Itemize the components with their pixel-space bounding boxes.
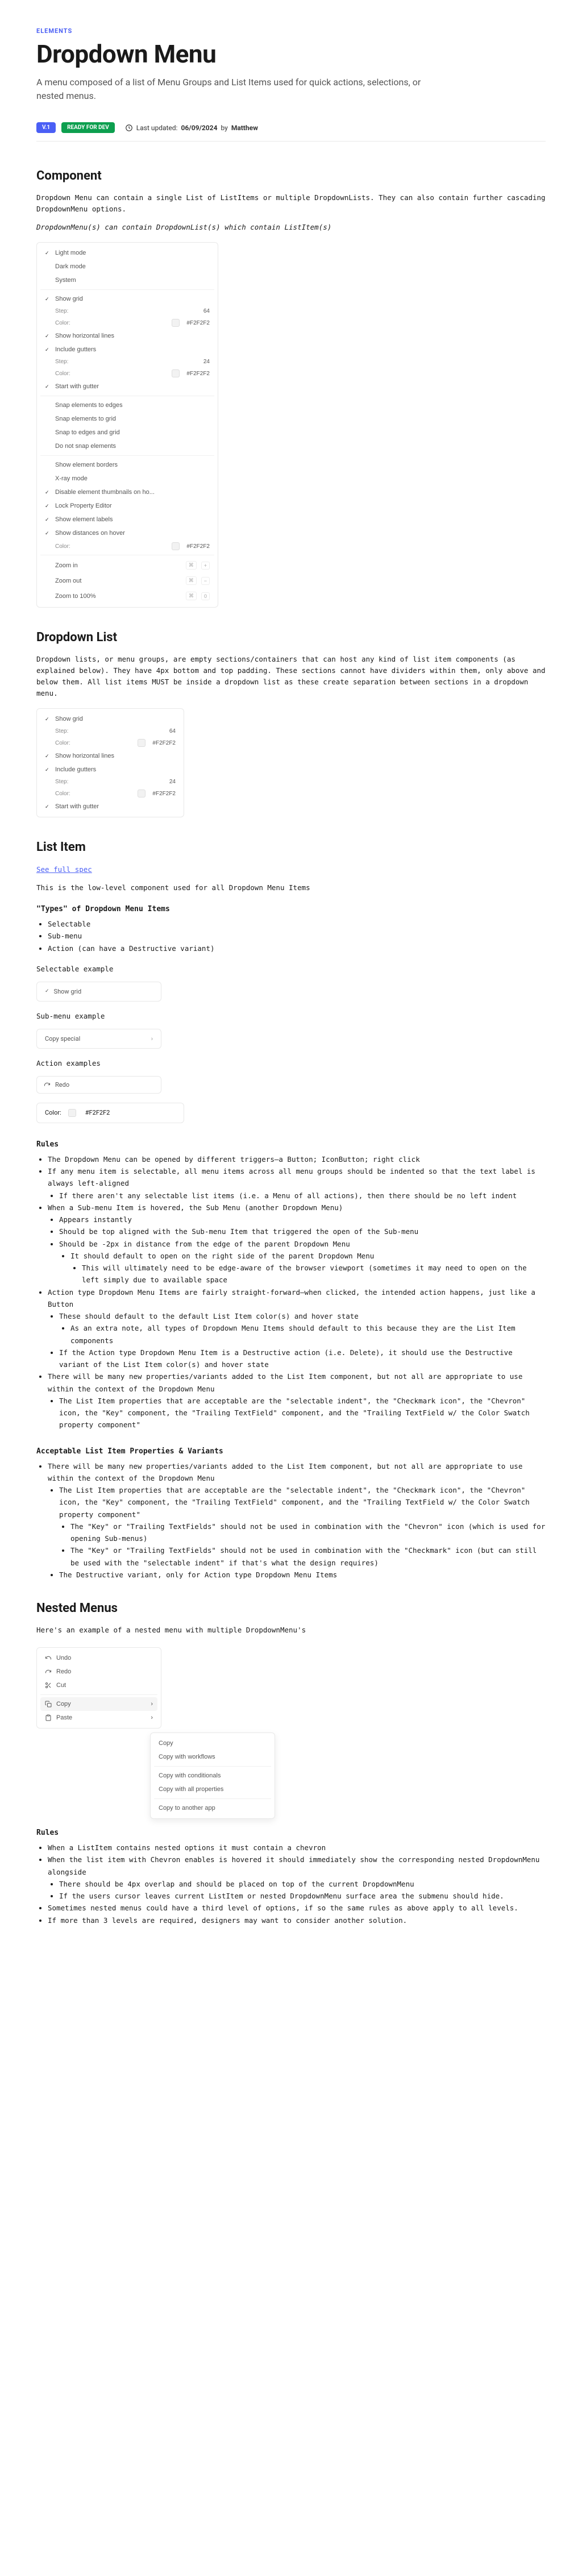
list-item[interactable]: Redo bbox=[40, 1665, 157, 1678]
list-item[interactable]: ✓Show element labels bbox=[40, 513, 214, 526]
list-item[interactable]: Copy to another app bbox=[154, 1801, 271, 1815]
nested-p1: Here's an example of a nested menu with … bbox=[36, 1624, 546, 1636]
list-item[interactable]: Copy bbox=[154, 1736, 271, 1750]
redo-action-item[interactable]: Redo bbox=[36, 1076, 161, 1094]
list-item[interactable]: Zoom in⌘+ bbox=[40, 558, 214, 573]
component-example-panel: ✓Light mode Dark mode System ✓Show grid … bbox=[36, 242, 218, 608]
history-icon bbox=[125, 124, 133, 132]
list-item[interactable]: ✓Show grid bbox=[40, 712, 180, 726]
list-item-rules: The Dropdown Menu can be opened by diffe… bbox=[36, 1153, 546, 1431]
list-item[interactable]: Zoom to 100%⌘0 bbox=[40, 588, 214, 604]
status-badge: READY FOR DEV bbox=[61, 122, 115, 133]
list-item[interactable]: Copy with all properties bbox=[154, 1783, 271, 1796]
list-item[interactable]: ✓Show distances on hover bbox=[40, 526, 214, 540]
submenu-example-label: Sub-menu example bbox=[36, 1011, 546, 1022]
selectable-example-item[interactable]: ✓Show grid bbox=[36, 982, 161, 1002]
subtitle: A menu composed of a list of Menu Groups… bbox=[36, 76, 434, 103]
component-p2: DropdownMenu(s) can contain DropdownList… bbox=[36, 222, 546, 233]
list-item[interactable]: Copy› bbox=[40, 1697, 157, 1711]
list-item-p1: This is the low-level component used for… bbox=[36, 882, 546, 894]
list-item[interactable]: System bbox=[40, 273, 214, 287]
list-item[interactable]: ✓Start with gutter bbox=[40, 380, 214, 393]
copy-icon bbox=[45, 1701, 52, 1707]
last-updated: Last updated: 06/09/2024 by Matthew bbox=[125, 124, 258, 132]
dropdown-list-example-panel: ✓Show grid Step:64 Color:#F2F2F2 ✓Show h… bbox=[36, 708, 184, 817]
cut-icon bbox=[45, 1682, 52, 1689]
acceptable-list: There will be many new properties/varian… bbox=[36, 1460, 546, 1581]
acceptable-heading: Acceptable List Item Properties & Varian… bbox=[36, 1447, 546, 1456]
undo-icon bbox=[45, 1655, 52, 1661]
eyebrow: ELEMENTS bbox=[36, 27, 546, 35]
section-nested-heading: Nested Menus bbox=[36, 1601, 546, 1615]
nested-rules: When a ListItem contains nested options … bbox=[36, 1842, 546, 1926]
action-example-label: Action examples bbox=[36, 1058, 546, 1069]
submenu-example-item[interactable]: Copy special bbox=[36, 1029, 161, 1049]
paste-icon bbox=[45, 1714, 52, 1721]
component-p1: Dropdown Menu can contain a single List … bbox=[36, 192, 546, 215]
list-item[interactable]: Dark mode bbox=[40, 260, 214, 273]
list-item[interactable]: Snap to edges and grid bbox=[40, 426, 214, 439]
list-item[interactable]: ✓Show horizontal lines bbox=[40, 329, 214, 343]
see-full-spec-link[interactable]: See full spec bbox=[36, 865, 92, 874]
section-dropdown-list-heading: Dropdown List bbox=[36, 630, 546, 645]
meta-row: V.1 READY FOR DEV Last updated: 06/09/20… bbox=[36, 114, 546, 142]
nested-sub-panel: Copy Copy with workflows Copy with condi… bbox=[150, 1732, 275, 1819]
list-item[interactable]: X-ray mode bbox=[40, 472, 214, 485]
list-item[interactable]: Do not snap elements bbox=[40, 439, 214, 453]
chevron-right-icon: › bbox=[151, 1701, 153, 1707]
section-component-heading: Component bbox=[36, 169, 546, 183]
redo-icon bbox=[45, 1668, 52, 1675]
list-item[interactable]: ✓Lock Property Editor bbox=[40, 499, 214, 513]
dropdown-list-p1: Dropdown lists, or menu groups, are empt… bbox=[36, 654, 546, 699]
list-item[interactable]: ✓Include gutters bbox=[40, 343, 214, 356]
list-item[interactable]: Zoom out⌘− bbox=[40, 573, 214, 588]
nested-main-panel: Undo Redo Cut Copy› Paste› bbox=[36, 1647, 161, 1729]
color-action-item[interactable]: Color: #F2F2F2 bbox=[36, 1103, 184, 1123]
types-list: Selectable Sub-menu Action (can have a D… bbox=[36, 918, 546, 954]
list-item[interactable]: Snap elements to grid bbox=[40, 412, 214, 426]
version-badge: V.1 bbox=[36, 122, 56, 133]
list-item[interactable]: ✓Start with gutter bbox=[40, 800, 180, 813]
list-item[interactable]: Paste› bbox=[40, 1711, 157, 1725]
list-item[interactable]: Copy with workflows bbox=[154, 1750, 271, 1764]
list-item[interactable]: Show element borders bbox=[40, 458, 214, 472]
list-item[interactable]: Undo bbox=[40, 1651, 157, 1665]
nested-example: Undo Redo Cut Copy› Paste› Copy Copy wit… bbox=[36, 1647, 546, 1729]
list-item[interactable]: ✓Disable element thumbnails on ho... bbox=[40, 485, 214, 499]
list-item[interactable]: ✓Include gutters bbox=[40, 763, 180, 776]
list-item[interactable]: ✓Light mode bbox=[40, 246, 214, 260]
list-item[interactable]: ✓Show horizontal lines bbox=[40, 749, 180, 763]
selectable-example-label: Selectable example bbox=[36, 963, 546, 975]
list-item-rules-heading: Rules bbox=[36, 1140, 546, 1149]
list-item[interactable]: ✓Show grid bbox=[40, 292, 214, 306]
redo-icon bbox=[44, 1081, 51, 1088]
page-title: Dropdown Menu bbox=[36, 39, 546, 69]
types-heading: "Types" of Dropdown Menu Items bbox=[36, 905, 546, 913]
chevron-right-icon: › bbox=[151, 1714, 153, 1721]
nested-rules-heading: Rules bbox=[36, 1829, 546, 1837]
section-list-item-heading: List Item bbox=[36, 840, 546, 854]
list-item[interactable]: Cut bbox=[40, 1678, 157, 1692]
list-item[interactable]: Snap elements to edges bbox=[40, 398, 214, 412]
list-item[interactable]: Copy with conditionals bbox=[154, 1769, 271, 1783]
